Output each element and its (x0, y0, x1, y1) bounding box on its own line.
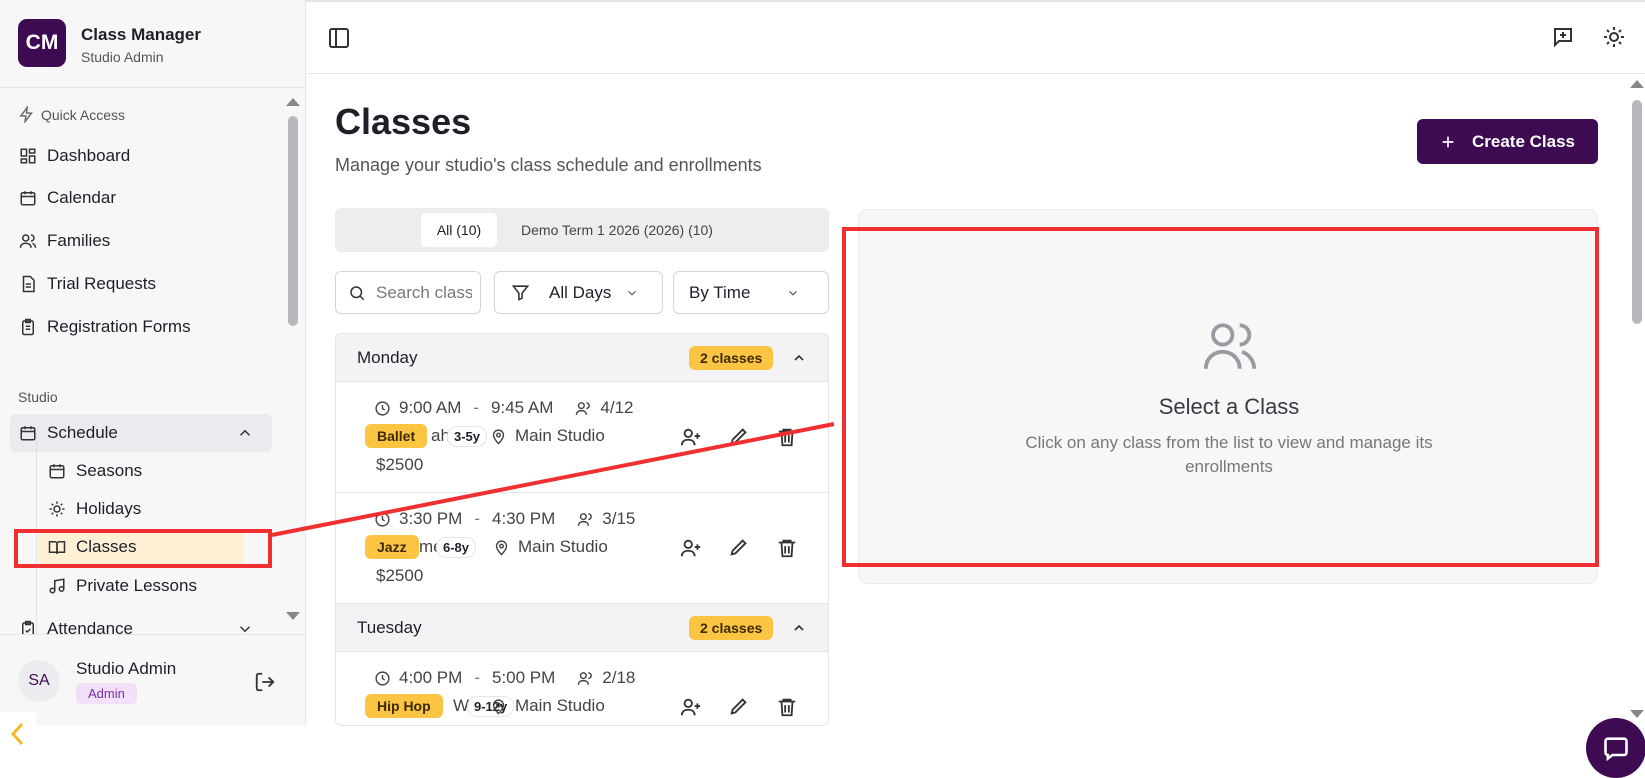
annotation-arrow-line (271, 422, 835, 537)
